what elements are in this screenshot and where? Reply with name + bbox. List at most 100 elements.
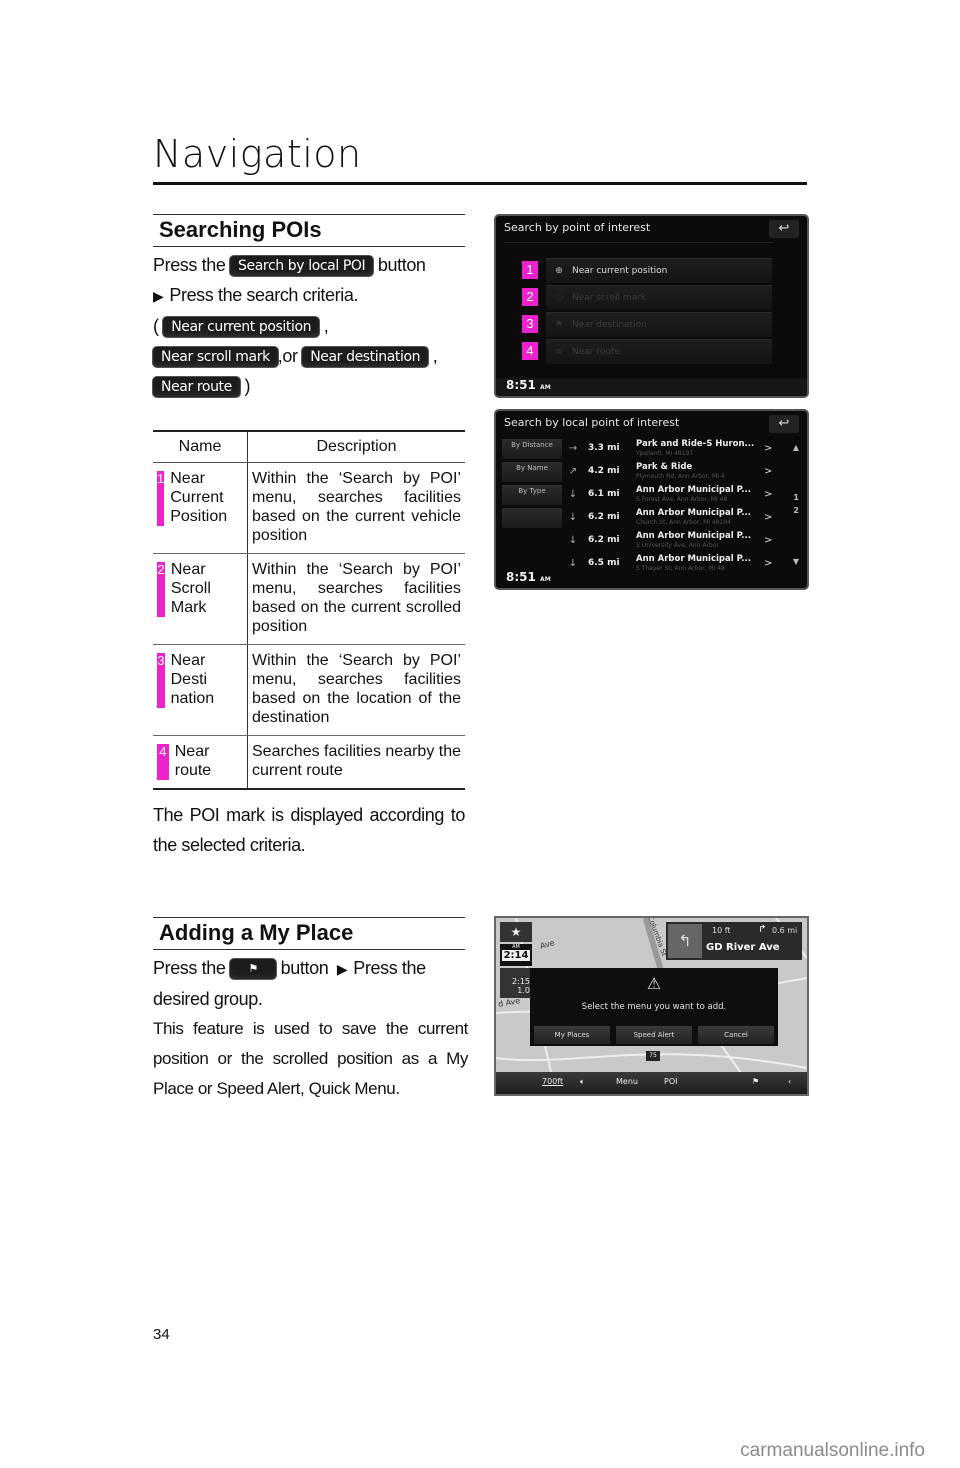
poi-name: Ann Arbor Municipal P... — [636, 485, 751, 495]
table-header-description: Description — [247, 430, 465, 463]
clock-ampm: AM — [540, 576, 551, 583]
poi-address: S Forest Ave, Ann Arbor, MI 48 — [636, 496, 728, 503]
flag-button[interactable]: ⚑ — [230, 959, 277, 980]
criteria-name: Near route — [174, 743, 212, 779]
arrow-right-icon: ▶ — [153, 288, 164, 304]
callout-number: 4 — [157, 744, 169, 780]
turn-guidance-panel: ↰ 10 ft ↱ 0.6 mi GD River Ave — [666, 922, 802, 960]
direction-arrow-icon: ↓ — [568, 489, 578, 500]
favorite-star-icon[interactable]: ★ — [500, 922, 532, 942]
eta-box: 2:15 1.0 — [500, 968, 532, 998]
section-heading-adding-my-place: Adding a My Place — [153, 917, 465, 950]
back-icon[interactable]: ↩ — [769, 220, 799, 238]
page-down-icon[interactable]: ▼ — [793, 557, 799, 566]
page-current: 1 — [793, 493, 799, 502]
near-scroll-mark-button[interactable]: Near scroll mark — [153, 347, 278, 368]
separator: ,or — [277, 346, 298, 366]
near-route-button[interactable]: Near route — [153, 377, 240, 398]
menu-near-destination[interactable]: ⚑ Near destination — [546, 312, 772, 337]
criteria-table: Name Description 1 Near Current Position … — [153, 430, 465, 790]
criteria-description: Within the ‘Search by POI’ menu, searche… — [247, 644, 465, 736]
screen-title: Search by point of interest — [504, 221, 651, 234]
poi-result-row[interactable]: ↓ 6.2 mi Ann Arbor Municipal P... Church… — [566, 508, 776, 530]
poi-name: Ann Arbor Municipal P... — [636, 554, 751, 564]
near-current-position-button[interactable]: Near current position — [163, 317, 320, 338]
menu-near-scroll-mark[interactable]: ○ Near scroll mark — [546, 285, 772, 310]
sort-by-distance-button[interactable]: By Distance — [502, 439, 562, 459]
add-menu-dialog: ⚠ Select the menu you want to add. My Pl… — [530, 968, 778, 1046]
my-places-button[interactable]: My Places — [534, 1026, 610, 1044]
poi-address: S University Ave, Ann Arbor — [636, 542, 719, 549]
instruction-text: button — [280, 958, 329, 978]
screen-search-by-poi: Search by point of interest ↩ ⊕ Near curr… — [496, 216, 807, 396]
sort-by-type-button[interactable]: By Type — [502, 485, 562, 505]
poi-address: S Thayer St, Ann Arbor, MI 48 — [636, 565, 725, 572]
speed-alert-button[interactable]: Speed Alert — [616, 1026, 692, 1044]
checkered-flag-icon[interactable]: ⚑ — [752, 1077, 759, 1086]
map-scale[interactable]: 700ft — [542, 1077, 563, 1086]
poi-result-row[interactable]: ↗ 4.2 mi Park & Ride Plymouth Rd, Ann Ar… — [566, 462, 776, 484]
menu-near-route[interactable]: ≡ Near route — [546, 339, 772, 364]
back-icon[interactable]: ↩ — [769, 415, 799, 433]
page-up-icon[interactable]: ▲ — [793, 443, 799, 452]
instruction-step: Press the search criteria. — [169, 285, 359, 305]
criteria-description: Within the ‘Search by POI’ menu, searche… — [247, 553, 465, 645]
chevron-right-icon: > — [764, 558, 773, 569]
instruction-text: Press the — [153, 255, 226, 275]
direction-arrow-icon: ↓ — [568, 512, 578, 523]
dialog-message: Select the menu you want to add. — [581, 1002, 727, 1012]
chevron-right-icon: > — [764, 466, 773, 477]
poi-distance: 6.1 mi — [588, 489, 620, 499]
next-turn-icon: ↱ — [758, 924, 767, 935]
callout-number: 1 — [157, 471, 165, 526]
checkered-flag-icon: ⚑ — [248, 962, 258, 976]
chevron-right-icon: > — [764, 489, 773, 500]
poi-result-row[interactable]: ↓ 6.1 mi Ann Arbor Municipal P... S Fore… — [566, 485, 776, 507]
volume-icon[interactable]: 🔈︎ — [580, 1077, 585, 1087]
screen-title: Search by local point of interest — [504, 416, 680, 429]
page-number: 34 — [153, 1326, 170, 1343]
instruction-text: button — [377, 255, 426, 275]
criteria-name: Near Current Position — [170, 470, 228, 525]
instruction-text: Press the — [153, 958, 226, 978]
callout-number: 2 — [157, 562, 165, 617]
poi-mark-note: The POI mark is displayed according to t… — [153, 805, 465, 855]
callout-number: 4 — [522, 342, 538, 360]
clock-time: 8:51 — [506, 570, 536, 584]
poi-address: Ypsilanti, MI 48197 — [636, 450, 694, 457]
page-total: 2 — [793, 506, 799, 515]
clock: 8:51 AM — [506, 378, 551, 392]
near-destination-button[interactable]: Near destination — [302, 347, 429, 368]
search-by-local-poi-button[interactable]: Search by local POI — [230, 256, 374, 277]
poi-result-row[interactable]: → 3.3 mi Park and Ride-S Huron... Ypsila… — [566, 439, 776, 461]
menu-near-current-position[interactable]: ⊕ Near current position — [546, 258, 772, 283]
instruction-text: desired group. — [153, 989, 263, 1009]
my-place-description: This feature is used to save the current… — [153, 1019, 468, 1098]
poi-result-row[interactable]: ↓ 6.2 mi Ann Arbor Municipal P... S Univ… — [566, 531, 776, 553]
search-instructions: Press the Search by local POI button ▶ Pr… — [153, 250, 473, 401]
poi-button[interactable]: POI — [664, 1077, 677, 1086]
poi-distance: 3.3 mi — [588, 443, 620, 453]
menu-label: Near route — [572, 347, 621, 357]
menu-button[interactable]: Menu — [616, 1077, 638, 1086]
sort-by-name-button[interactable]: By Name — [502, 462, 562, 482]
route-shield: 75 — [646, 1051, 660, 1061]
arrow-right-icon: ▶ — [336, 961, 348, 977]
poi-result-row[interactable]: ↓ 6.5 mi Ann Arbor Municipal P... S Thay… — [566, 554, 776, 576]
poi-name: Ann Arbor Municipal P... — [636, 531, 751, 541]
destination-flag-icon: ⚑ — [554, 320, 564, 330]
clock-box: AM 2:14 — [500, 944, 532, 966]
sort-empty-button[interactable] — [502, 508, 562, 528]
title-divider — [504, 242, 774, 243]
screen-map-add-place: Ave Columbia St d Ave ★ AM 2:14 2:15 1.0… — [496, 918, 807, 1094]
turn-arrow-icon: ↰ — [668, 924, 702, 958]
road-name: GD River Ave — [706, 942, 780, 953]
scroll-mark-icon: ○ — [555, 293, 563, 303]
cancel-button[interactable]: Cancel — [698, 1026, 774, 1044]
chevron-left-icon[interactable]: ‹ — [788, 1077, 791, 1086]
callout-number: 2 — [522, 288, 538, 306]
page-title: Navigation — [153, 132, 362, 176]
criteria-description: Within the ‘Search by POI’ menu, searche… — [247, 462, 465, 554]
direction-arrow-icon: ↗ — [568, 466, 578, 477]
separator: , — [432, 346, 438, 366]
